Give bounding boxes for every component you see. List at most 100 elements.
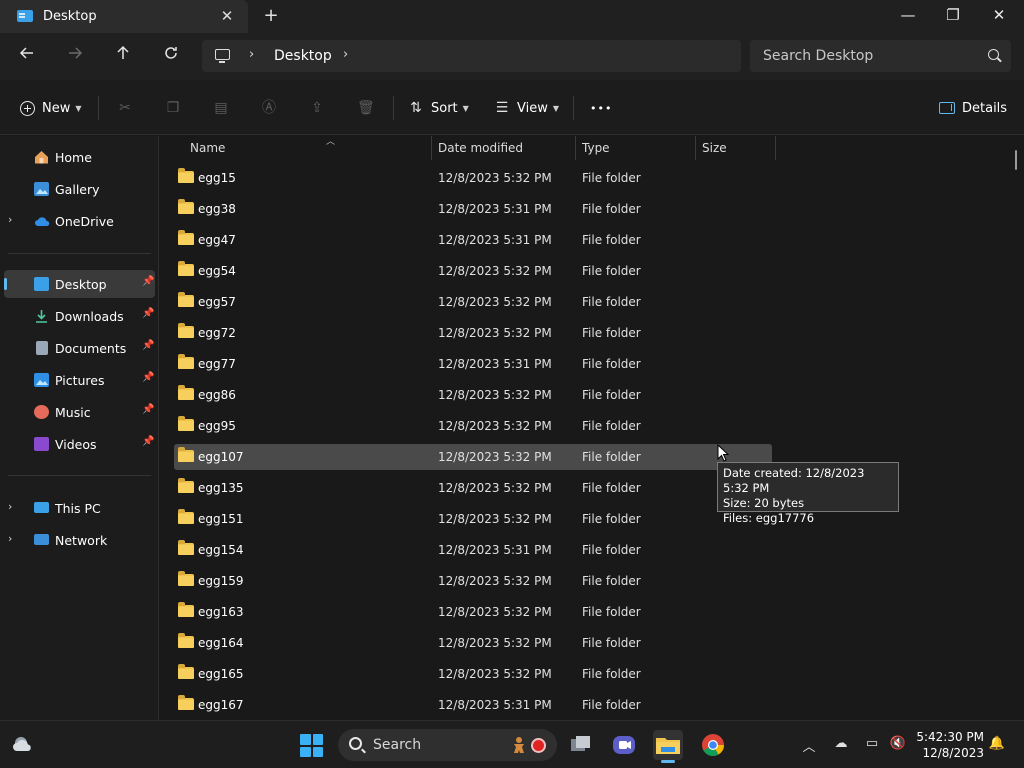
back-button[interactable] (14, 44, 40, 68)
pin-icon[interactable]: 📌 (142, 436, 154, 447)
file-name: egg15 (198, 171, 236, 185)
expand-chevron-icon[interactable]: › (8, 500, 12, 513)
file-name: egg159 (198, 574, 244, 588)
folder-icon (178, 261, 194, 276)
paste-button[interactable]: ▤ (213, 95, 229, 121)
table-row[interactable]: egg151 12/8/2023 5:32 PM File folder (174, 506, 772, 532)
share-button[interactable]: ⇪ (309, 95, 325, 121)
table-row[interactable]: egg57 12/8/2023 5:32 PM File folder (174, 289, 772, 315)
expand-chevron-icon[interactable]: › (8, 213, 12, 226)
cut-button[interactable]: ✂ (117, 95, 133, 121)
tab-close-icon[interactable]: ✕ (218, 7, 236, 25)
table-row[interactable]: egg164 12/8/2023 5:32 PM File folder (174, 630, 772, 656)
chrome-icon[interactable] (698, 730, 728, 760)
up-button[interactable] (110, 44, 136, 68)
file-date-modified: 12/8/2023 5:32 PM (438, 419, 552, 433)
table-row[interactable]: egg86 12/8/2023 5:32 PM File folder (174, 382, 772, 408)
table-row[interactable]: egg107 12/8/2023 5:32 PM File folder (174, 444, 772, 470)
table-row[interactable]: egg38 12/8/2023 5:31 PM File folder (174, 196, 772, 222)
table-row[interactable]: egg77 12/8/2023 5:31 PM File folder (174, 351, 772, 377)
table-row[interactable]: egg167 12/8/2023 5:31 PM File folder (174, 692, 772, 718)
pin-icon[interactable]: 📌 (142, 404, 154, 415)
scrollbar-thumb[interactable] (1015, 150, 1017, 170)
new-tab-button[interactable]: + (261, 5, 281, 27)
sidebar-item-gallery[interactable]: Gallery (4, 175, 155, 203)
onedrive-offline-icon[interactable]: ☁ (832, 736, 850, 751)
arrow-up-icon (117, 45, 129, 59)
teams-icon[interactable] (609, 730, 639, 760)
file-name: egg47 (198, 233, 236, 247)
breadcrumb-desktop[interactable]: Desktop (274, 48, 332, 64)
search-box[interactable] (750, 40, 1011, 72)
tray-overflow-icon[interactable]: ︿ (800, 736, 818, 755)
system-clock[interactable]: 5:42:30 PM 12/8/2023 (914, 729, 984, 761)
table-row[interactable]: egg95 12/8/2023 5:32 PM File folder (174, 413, 772, 439)
details-button[interactable]: Details (939, 95, 1007, 121)
sidebar-item-onedrive[interactable]: › OneDrive (4, 207, 155, 235)
pin-icon[interactable]: 📌 (142, 372, 154, 383)
sidebar-item-label: OneDrive (55, 214, 114, 229)
more-options-icon[interactable]: ••• (590, 95, 612, 121)
taskbar-search[interactable]: Search (338, 729, 557, 761)
rename-button[interactable]: Ⓐ (261, 95, 277, 121)
cut-icon: ✂ (119, 100, 131, 116)
sidebar-item-this-pc[interactable]: › This PC (4, 494, 155, 522)
maximize-button[interactable]: ❐ (930, 0, 976, 33)
table-row[interactable]: egg165 12/8/2023 5:32 PM File folder (174, 661, 772, 687)
breadcrumb-chevron-icon[interactable]: › (249, 47, 254, 62)
start-windows-icon[interactable] (300, 734, 323, 757)
pin-icon[interactable]: 📌 (142, 340, 154, 351)
folder-icon (178, 571, 194, 586)
tab-desktop[interactable]: Desktop ✕ (0, 0, 248, 33)
breadcrumb-chevron-icon[interactable]: › (343, 47, 348, 62)
column-header-size[interactable]: Size (696, 136, 776, 160)
table-row[interactable]: egg15 12/8/2023 5:32 PM File folder (174, 165, 772, 191)
volume-muted-icon[interactable]: 🔇 (889, 736, 907, 751)
sidebar-item-network[interactable]: › Network (4, 526, 155, 554)
delete-button[interactable]: 🗑 (357, 95, 375, 121)
folder-icon (178, 354, 194, 369)
file-type: File folder (582, 450, 641, 464)
new-button[interactable]: New ▼ (20, 95, 82, 121)
sidebar-item-desktop[interactable]: Desktop 📌 (4, 270, 155, 298)
weather-cloud-icon[interactable] (12, 735, 34, 753)
toolbar-divider (98, 96, 99, 120)
column-header-name[interactable]: Name ︿ (184, 136, 432, 160)
pin-icon[interactable]: 📌 (142, 308, 154, 319)
sidebar-item-documents[interactable]: Documents 📌 (4, 334, 155, 362)
expand-chevron-icon[interactable]: › (8, 532, 12, 545)
table-row[interactable]: egg163 12/8/2023 5:32 PM File folder (174, 599, 772, 625)
column-header-date[interactable]: Date modified (432, 136, 576, 160)
sidebar-item-pictures[interactable]: Pictures 📌 (4, 366, 155, 394)
column-header-type[interactable]: Type (576, 136, 696, 160)
table-row[interactable]: egg154 12/8/2023 5:31 PM File folder (174, 537, 772, 563)
chevron-down-icon: ▼ (462, 103, 469, 113)
file-name: egg165 (198, 667, 244, 681)
table-row[interactable]: egg47 12/8/2023 5:31 PM File folder (174, 227, 772, 253)
table-row[interactable]: egg72 12/8/2023 5:32 PM File folder (174, 320, 772, 346)
search-input[interactable] (763, 48, 963, 64)
table-row[interactable]: egg54 12/8/2023 5:32 PM File folder (174, 258, 772, 284)
close-button[interactable]: ✕ (976, 0, 1022, 33)
pin-icon[interactable]: 📌 (142, 276, 154, 287)
file-name: egg54 (198, 264, 236, 278)
refresh-button[interactable] (158, 44, 184, 68)
file-date-modified: 12/8/2023 5:32 PM (438, 605, 552, 619)
copy-button[interactable]: ❐ (165, 95, 181, 121)
network-tray-icon[interactable]: ▭ (863, 736, 881, 751)
sidebar-item-home[interactable]: Home (4, 143, 155, 171)
paste-icon: ▤ (214, 100, 228, 116)
forward-button[interactable] (62, 44, 88, 68)
view-button[interactable]: ☰ View ▼ (494, 95, 559, 121)
table-row[interactable]: egg135 12/8/2023 5:32 PM File folder (174, 475, 772, 501)
minimize-button[interactable]: — (885, 0, 931, 33)
file-explorer-icon[interactable] (653, 730, 683, 763)
sort-button[interactable]: ⇅ Sort ▼ (408, 95, 469, 121)
sidebar-item-videos[interactable]: Videos 📌 (4, 430, 155, 458)
address-bar[interactable]: › Desktop › (202, 40, 741, 72)
sidebar-item-downloads[interactable]: Downloads 📌 (4, 302, 155, 330)
table-row[interactable]: egg159 12/8/2023 5:32 PM File folder (174, 568, 772, 594)
notifications-icon[interactable]: 🔔 (988, 736, 1006, 751)
task-view-icon[interactable] (566, 730, 596, 760)
sidebar-item-music[interactable]: Music 📌 (4, 398, 155, 426)
